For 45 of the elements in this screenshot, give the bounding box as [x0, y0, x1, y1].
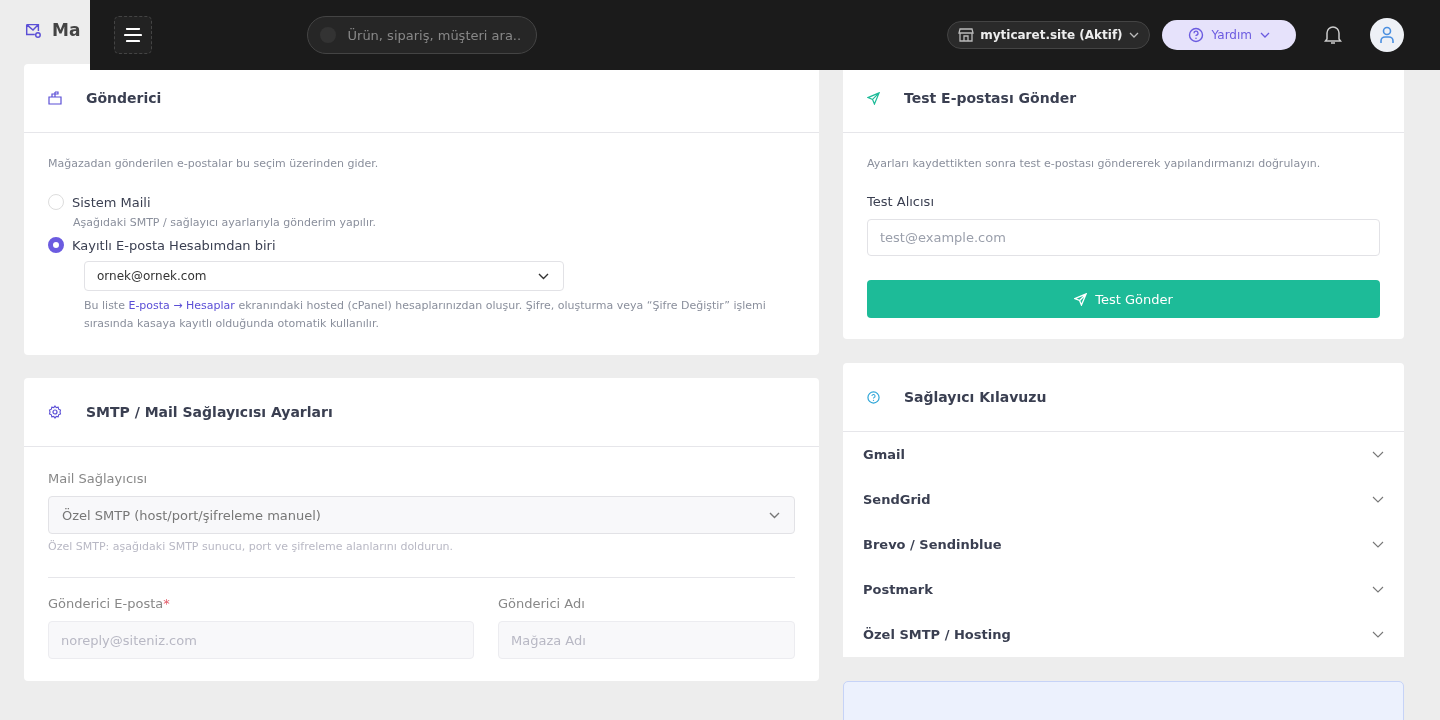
send-icon: [1074, 292, 1088, 306]
user-avatar-button[interactable]: [1370, 18, 1404, 52]
account-select[interactable]: ornek@ornek.com: [84, 261, 564, 291]
card-title: Gönderici: [86, 90, 162, 106]
search-field[interactable]: Ürün, sipariş, müşteri ara..: [307, 16, 537, 54]
chevron-down-icon: [1260, 32, 1270, 38]
chevron-down-icon: [769, 511, 780, 519]
notification-bell-icon[interactable]: [1324, 25, 1342, 45]
input-field[interactable]: noreply@siteniz.com: [48, 621, 474, 659]
recipient-input[interactable]: test@example.com: [867, 219, 1380, 256]
account-note: Bu liste E-posta → Hesaplar ekranındaki hosted (cPanel) hesaplarınızdan oluşur. Şifre, oluşturma veya “Şifre Değiştir” işlemi sırasında kasaya kayıtlı olduğunda otomatik kullanılır.: [84, 298, 767, 332]
page-title: Ma: [52, 20, 81, 40]
radio-button[interactable]: [48, 237, 64, 253]
send-icon: [867, 91, 880, 105]
card-title: Test E-postası Gönder: [904, 90, 1077, 106]
field-label: Gönderici E-posta*: [48, 596, 171, 611]
user-icon: [1379, 26, 1395, 44]
chevron-down-icon: [1128, 32, 1139, 38]
required-mark: *: [163, 596, 170, 611]
radio-label[interactable]: Sistem Maili: [72, 194, 151, 210]
chevron-down-icon: [538, 272, 549, 280]
store-selector[interactable]: myticaret.site (Aktif): [947, 21, 1150, 49]
field-hint: Özel SMTP: aşağıdaki SMTP sunucu, port ve şifreleme alanlarını doldurun.: [48, 540, 455, 553]
menu-button[interactable]: [114, 16, 152, 54]
menu-icon: [124, 28, 142, 42]
store-icon: [958, 27, 975, 43]
mailbox-icon: [48, 91, 62, 105]
help-icon: [1187, 27, 1204, 43]
provider-select[interactable]: Özel SMTP (host/port/şifreleme manuel): [48, 496, 795, 534]
radio-label[interactable]: Kayıtlı E-posta Hesabımdan biri: [72, 237, 276, 253]
search-input[interactable]: Ürün, sipariş, müşteri ara..: [345, 26, 524, 44]
card-description: Mağazadan gönderilen e-postalar bu seçim üzerinden gider.: [48, 157, 380, 170]
field-label: Mail Sağlayıcısı: [48, 471, 149, 486]
option-hint: Aşağıdaki SMTP / sağlayıcı ayarlarıyla gönderim yapılır.: [73, 216, 377, 229]
help-icon: [867, 390, 880, 404]
card-title: SMTP / Mail Sağlayıcısı Ayarları: [86, 404, 333, 420]
card-title: Sağlayıcı Kılavuzu: [904, 389, 1047, 405]
field-label: Gönderici Adı: [498, 596, 586, 611]
accounts-link[interactable]: E-posta → Hesaplar: [128, 299, 235, 312]
field-label: Test Alıcısı: [867, 194, 935, 209]
input-field[interactable]: Mağaza Adı: [498, 621, 795, 659]
mail-settings-icon: [24, 21, 42, 39]
card-description: Ayarları kaydettikten sonra test e-postası göndererek yapılandırmanızı doğrulayın.: [867, 157, 1322, 170]
help-button[interactable]: Yardım: [1161, 20, 1296, 50]
settings-icon: [48, 405, 62, 419]
